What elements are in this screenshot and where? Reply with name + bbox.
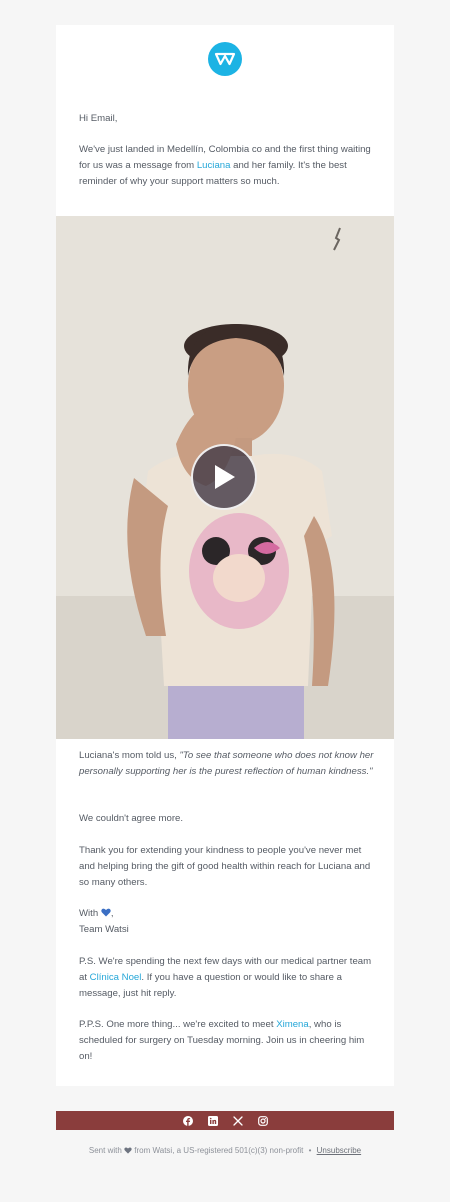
watsi-w-icon — [214, 52, 236, 66]
linkedin-icon[interactable] — [207, 1115, 218, 1126]
instagram-icon[interactable] — [257, 1115, 268, 1126]
watsi-logo[interactable] — [208, 42, 242, 76]
email-card: Hi Email, We've just landed in Medellín,… — [56, 25, 394, 1086]
signoff-with: With — [79, 908, 99, 919]
heart-icon — [101, 908, 111, 917]
play-button[interactable] — [191, 444, 257, 510]
heart-icon — [124, 1147, 132, 1154]
signoff-comma: , — [110, 908, 114, 919]
pps-paragraph: P.P.S. One more thing... we're excited t… — [79, 1017, 375, 1065]
ximena-link[interactable]: Ximena — [276, 1019, 309, 1030]
thanks-paragraph: Thank you for extending your kindness to… — [79, 845, 371, 888]
sent-with-text: Sent with — [88, 1146, 122, 1155]
footer-separator: • — [308, 1146, 312, 1155]
social-footer-bar — [56, 1111, 394, 1130]
greeting: Hi Email, — [79, 113, 118, 124]
play-icon — [215, 465, 235, 489]
unsubscribe-link[interactable]: Unsubscribe — [317, 1146, 361, 1155]
footer-note: Sent with from Watsi, a US-registered 50… — [0, 1146, 450, 1155]
luciana-link[interactable]: Luciana — [197, 160, 231, 171]
x-icon[interactable] — [232, 1115, 243, 1126]
video-thumbnail[interactable] — [56, 216, 394, 739]
intro-paragraph: We've just landed in Medellín, Colombia … — [79, 142, 375, 190]
quote-lead: Luciana's mom told us, — [79, 750, 180, 761]
clinica-noel-link[interactable]: Clínica Noel — [90, 972, 142, 983]
facebook-icon[interactable] — [182, 1115, 193, 1126]
team-name: Team Watsi — [79, 924, 129, 935]
quote-paragraph: Luciana's mom told us, "To see that some… — [79, 748, 375, 780]
pps-text: P.P.S. One more thing... we're excited t… — [79, 1019, 277, 1030]
agree-paragraph: We couldn't agree more. — [79, 813, 184, 824]
ps-paragraph: P.S. We're spending the next few days wi… — [79, 954, 375, 1002]
signoff: With , Team Watsi — [79, 906, 375, 938]
from-text: from Watsi, a US-registered 501(c)(3) no… — [134, 1146, 304, 1155]
